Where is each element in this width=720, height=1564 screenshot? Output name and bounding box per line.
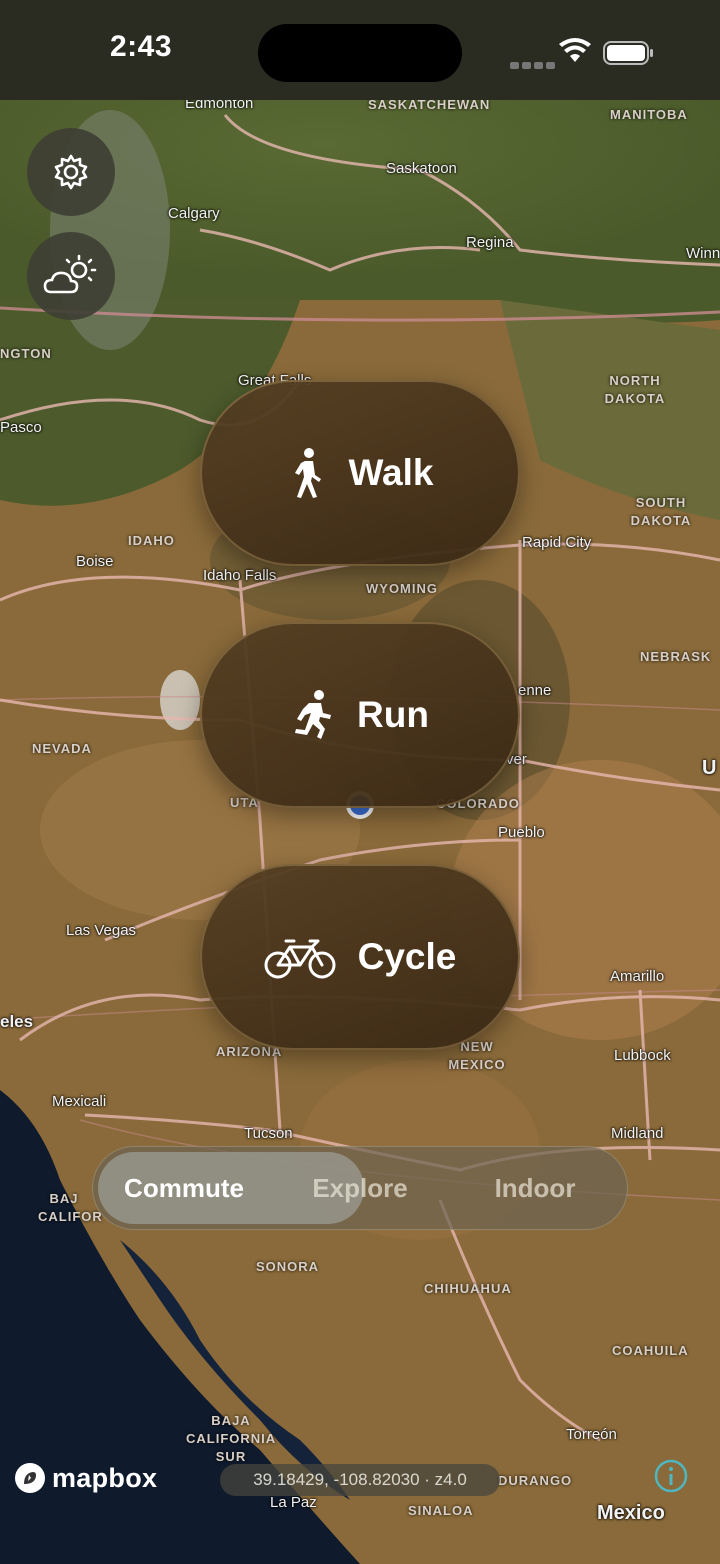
region-label: SOUTH DAKOTA [630,495,692,528]
region-label: NEBRASK [640,649,712,664]
status-bar: 2:43 [0,0,720,100]
attribution-text: mapbox [52,1462,158,1493]
run-button[interactable]: Run [200,622,520,808]
city-label: La Paz [270,1494,317,1511]
city-label: eles [0,1012,34,1031]
region-label: BAJ CALIFOR [38,1191,103,1224]
walk-label: Walk [348,452,434,493]
settings-button[interactable] [27,128,115,216]
city-label: Pasco [0,419,42,436]
region-label: COAHUILA [612,1343,689,1358]
weather-button[interactable] [27,232,115,320]
running-person-icon [295,690,332,739]
city-label: Las Vegas [66,922,137,939]
battery-icon [603,41,653,65]
city-label: Torreón [566,1426,617,1443]
region-label: NGTON [0,346,52,361]
region-label: WYOMING [366,581,438,596]
city-label: enne [518,682,552,699]
region-label: MANITOBA [610,107,688,122]
info-icon[interactable] [654,1459,688,1493]
partly-cloudy-sun-icon [43,254,97,294]
city-label: Pueblo [498,824,545,841]
city-label: Midland [611,1125,664,1142]
walking-person-icon [294,448,321,498]
segment-commute[interactable]: Commute [98,1146,270,1230]
mode-segmented-control: Commute Explore Indoor [92,1146,628,1230]
status-time: 2:43 [109,30,173,63]
city-label: Winn [686,245,720,262]
wifi-icon [559,38,591,62]
city-label: Mexico [597,1502,665,1524]
coordinate-readout: 39.18429, -108.82030 · z4.0 [220,1464,500,1496]
city-label: Idaho Falls [203,567,277,584]
city-label: Amarillo [610,968,665,985]
region-label: IDAHO [128,533,175,548]
city-label: Lubbock [614,1047,671,1064]
gear-icon [54,154,88,190]
region-label: NORTH DAKOTA [604,373,666,406]
mapbox-icon [15,1463,45,1493]
cycle-button[interactable]: Cycle [200,864,520,1050]
region-label: CHIHUAHUA [424,1281,512,1296]
city-label: Mexicali [52,1093,107,1110]
region-label: SONORA [256,1259,320,1274]
region-label: SINALOA [408,1503,474,1518]
city-label: U [702,757,717,779]
segment-indoor[interactable]: Indoor [462,1146,608,1230]
dynamic-island [258,24,462,82]
run-label: Run [357,694,429,735]
region-label: DURANGO [498,1473,573,1488]
city-label: Calgary [168,205,220,222]
region-label: NEVADA [32,741,92,756]
segment-explore[interactable]: Explore [280,1146,440,1230]
city-label: Regina [466,234,514,251]
city-label: Rapid City [522,534,592,551]
cellular-signal-icon [510,56,558,74]
cycle-label: Cycle [357,936,457,977]
city-label: Tucson [244,1125,293,1142]
mapbox-logo[interactable]: mapbox [14,1461,157,1495]
region-label: BAJA CALIFORNIA SUR [186,1413,277,1464]
city-label: Boise [76,553,114,570]
bicycle-icon [264,939,336,979]
walk-button[interactable]: Walk [200,380,520,566]
city-label: Saskatoon [386,160,457,177]
